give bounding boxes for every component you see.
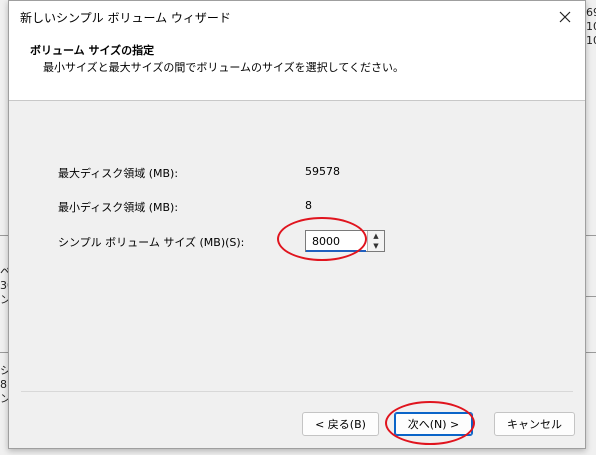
stepper-buttons: ▲ ▼ bbox=[367, 231, 384, 251]
page-description: 最小サイズと最大サイズの間でボリュームのサイズを選択してください。 bbox=[43, 61, 405, 74]
background-divider bbox=[0, 235, 8, 236]
back-button-label: < 戻る(B) bbox=[315, 418, 366, 431]
window-title: 新しいシンプル ボリューム ウィザード bbox=[20, 11, 231, 25]
page-title: ボリューム サイズの指定 bbox=[30, 44, 155, 57]
cancel-button-label: キャンセル bbox=[507, 418, 562, 431]
cancel-button[interactable]: キャンセル bbox=[494, 412, 575, 436]
title-bar[interactable]: 新しいシンプル ボリューム ウィザード bbox=[9, 1, 585, 32]
background-divider bbox=[586, 296, 596, 297]
input-focus-underline bbox=[306, 250, 366, 252]
volume-size-input[interactable] bbox=[306, 231, 366, 251]
footer-divider bbox=[21, 391, 573, 392]
close-button[interactable] bbox=[545, 1, 585, 32]
background-text: 69 10 10 bbox=[586, 6, 596, 47]
next-button-label: 次へ(N) > bbox=[407, 418, 460, 431]
background-divider bbox=[0, 352, 8, 353]
back-button[interactable]: < 戻る(B) bbox=[302, 412, 379, 436]
max-size-value: 59578 bbox=[305, 165, 340, 178]
volume-wizard-dialog: 新しいシンプル ボリューム ウィザード ボリューム サイズの指定 最小サイズと最… bbox=[8, 0, 586, 449]
next-button[interactable]: 次へ(N) > bbox=[394, 412, 473, 436]
close-icon bbox=[559, 11, 571, 22]
volume-size-stepper[interactable]: ▲ ▼ bbox=[305, 230, 385, 252]
max-size-label: 最大ディスク領域 (MB): bbox=[58, 167, 179, 180]
arrow-up-icon: ▲ bbox=[373, 232, 379, 240]
stepper-down-button[interactable]: ▼ bbox=[368, 241, 384, 251]
min-size-label: 最小ディスク領域 (MB): bbox=[58, 201, 179, 214]
wizard-header: ボリューム サイズの指定 最小サイズと最大サイズの間でボリュームのサイズを選択し… bbox=[9, 32, 585, 101]
min-size-value: 8 bbox=[305, 199, 312, 212]
background-divider bbox=[586, 352, 596, 353]
volume-size-label: シンプル ボリューム サイズ (MB)(S): bbox=[58, 236, 245, 249]
background-divider bbox=[586, 235, 596, 236]
arrow-down-icon: ▼ bbox=[373, 242, 379, 250]
